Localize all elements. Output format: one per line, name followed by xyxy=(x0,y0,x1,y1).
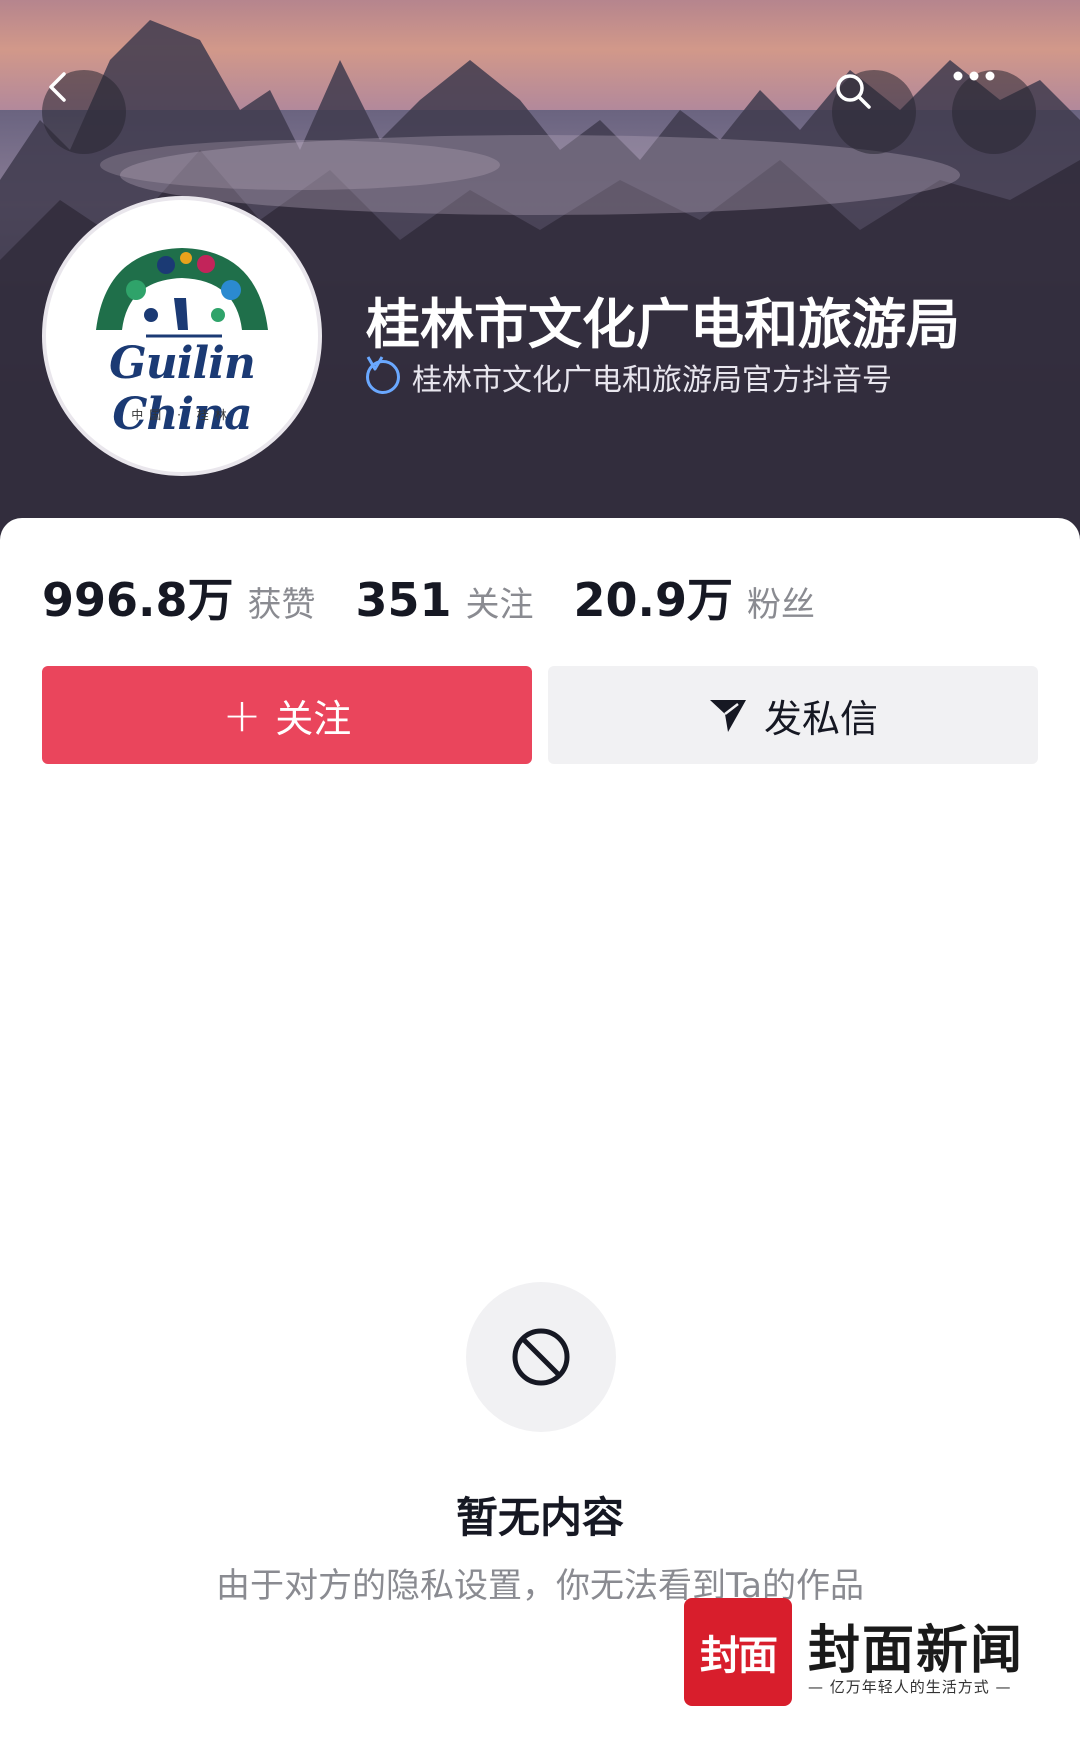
stat-likes-label: 获赞 xyxy=(247,585,316,625)
more-horizontal-icon xyxy=(953,71,995,81)
search-icon xyxy=(836,74,871,109)
message-button-label: 发私信 xyxy=(763,696,878,741)
empty-state-title: 暂无内容 xyxy=(455,1493,624,1542)
avatar-logo-text: Guilin China xyxy=(109,338,256,440)
stat-likes: 996.8万 获赞 xyxy=(42,564,316,630)
message-button[interactable]: 发私信 xyxy=(548,666,1038,764)
profile-name: 桂林市文化广电和旅游局 xyxy=(366,293,960,356)
stats-row: 996.8万 获赞 351 关注 20.9万 粉丝 xyxy=(42,564,855,630)
stat-following[interactable]: 351 关注 xyxy=(356,573,534,627)
verified-v-icon xyxy=(366,356,400,394)
verification-row: 桂林市文化广电和旅游局官方抖音号 xyxy=(366,355,892,399)
follow-button[interactable]: + 关注 xyxy=(42,666,532,764)
prohibited-icon xyxy=(512,1328,570,1386)
chevron-left-icon xyxy=(49,72,66,102)
plus-icon: + xyxy=(222,688,262,742)
watermark-slogan: — 亿万年轻人的生活方式 — xyxy=(808,1678,1012,1696)
empty-state-description: 由于对方的隐私设置，你无法看到Ta的作品 xyxy=(216,1566,864,1606)
stat-following-label: 关注 xyxy=(465,585,534,625)
profile-card: 996.8万 获赞 351 关注 20.9万 粉丝 + 关注 发私信 暂无内容 … xyxy=(0,518,1080,1743)
stat-following-value: 351 xyxy=(355,573,452,627)
profile-cover: Guilin China 中国 · 桂林 桂林市文化广电和旅游局 桂林市文化广电… xyxy=(0,0,1080,540)
search-button[interactable] xyxy=(832,70,916,154)
follow-button-label: 关注 xyxy=(275,696,352,741)
avatar[interactable]: Guilin China 中国 · 桂林 xyxy=(42,196,322,476)
more-button[interactable] xyxy=(952,70,1036,154)
verification-text: 桂林市文化广电和旅游局官方抖音号 xyxy=(412,363,892,398)
watermark-name: 封面新闻 xyxy=(808,1620,1025,1681)
stat-followers-label: 粉丝 xyxy=(747,585,816,625)
stat-followers[interactable]: 20.9万 粉丝 xyxy=(574,564,816,630)
send-icon xyxy=(709,700,746,732)
empty-state-icon-container xyxy=(466,1282,616,1432)
stat-likes-value: 996.8万 xyxy=(42,573,234,627)
avatar-logo-subtext: 中国 · 桂林 xyxy=(131,408,233,422)
back-button[interactable] xyxy=(42,70,126,154)
stat-followers-value: 20.9万 xyxy=(573,573,734,627)
watermark-logo: 封面 xyxy=(684,1598,792,1706)
